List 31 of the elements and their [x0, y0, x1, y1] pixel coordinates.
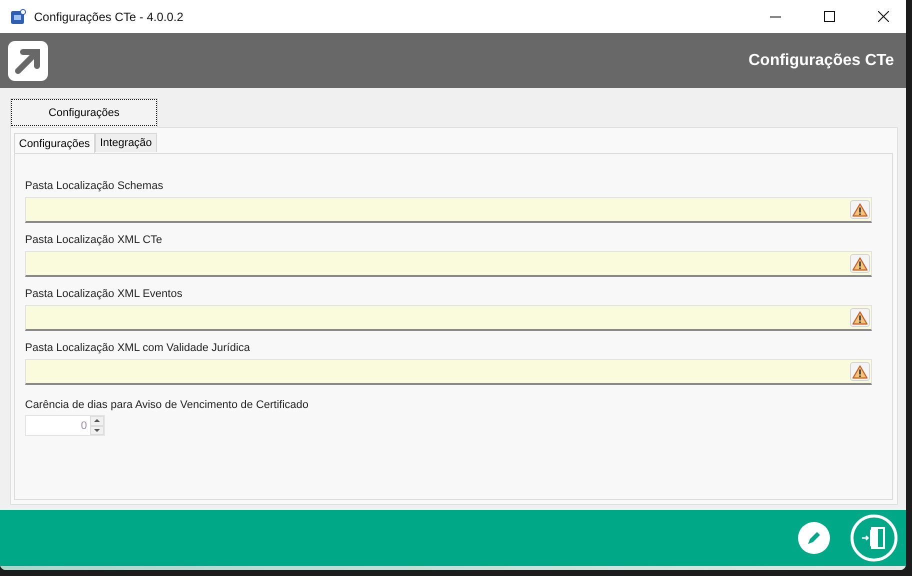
down-arrow-icon	[94, 428, 100, 432]
window-title: Configurações CTe - 4.0.0.2	[34, 10, 184, 24]
field-label: Pasta Localização XML com Validade Jurídica	[25, 342, 252, 354]
folder-path-field[interactable]	[25, 197, 872, 223]
field-label: Pasta Localização XML Eventos	[25, 288, 184, 300]
warning-button[interactable]	[850, 362, 870, 381]
warning-icon	[852, 202, 868, 216]
field-label: Carência de dias para Aviso de Vencimento de Certificado	[25, 399, 310, 411]
warning-icon	[852, 256, 868, 270]
folder-path-field[interactable]	[25, 251, 872, 277]
arrow-logo-icon	[8, 40, 48, 80]
exit-button[interactable]	[850, 514, 898, 562]
warning-button[interactable]	[850, 308, 870, 327]
up-arrow-icon	[94, 419, 100, 422]
warning-icon	[852, 310, 868, 324]
spin-up-button[interactable]	[90, 416, 104, 426]
warning-button[interactable]	[850, 254, 870, 273]
field-label: Pasta Localização Schemas	[25, 180, 164, 192]
tab[interactable]: Integração	[94, 133, 157, 152]
edit-button[interactable]	[798, 522, 830, 554]
header-title: Configurações CTe	[748, 52, 894, 70]
folder-path-field[interactable]	[25, 305, 872, 331]
tab[interactable]: Configurações	[14, 133, 95, 153]
maximize-icon[interactable]	[824, 11, 834, 22]
close-icon[interactable]	[878, 11, 888, 22]
app-icon	[10, 8, 26, 24]
warning-icon	[852, 364, 868, 378]
tab[interactable]: Configurações	[10, 98, 158, 127]
folder-path-field[interactable]	[25, 359, 872, 385]
field-label: Pasta Localização XML CTe	[25, 234, 164, 246]
warning-button[interactable]	[850, 200, 870, 219]
